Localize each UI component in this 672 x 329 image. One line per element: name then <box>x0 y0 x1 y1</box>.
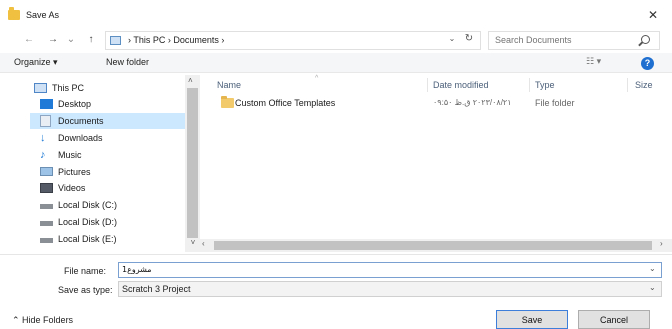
breadcrumb[interactable]: › This PC › Documents › <box>128 35 224 45</box>
documents-icon <box>40 115 51 127</box>
column-divider[interactable] <box>529 78 530 92</box>
view-options-button[interactable]: ☷ ▾ <box>586 56 614 70</box>
list-item[interactable]: Custom Office Templates ۲۰۲۳/۰۸/۲۱ ق.ظ ۰… <box>217 95 657 112</box>
drive-icon <box>40 204 53 209</box>
sidebar-item-pictures[interactable]: Pictures <box>40 164 200 180</box>
sidebar-item-label: Desktop <box>58 99 92 109</box>
save-as-type-value: Scratch 3 Project <box>122 284 191 294</box>
forward-arrow-icon[interactable]: → <box>46 33 60 47</box>
sidebar-item-local-disk-c[interactable]: Local Disk (C:) <box>40 197 200 213</box>
sidebar-item-label: Music <box>58 150 82 160</box>
sidebar-item-label: Local Disk (D:) <box>58 217 118 227</box>
scroll-up-icon[interactable]: ˄ <box>188 76 193 85</box>
sidebar-item-label: Local Disk (E:) <box>58 234 117 244</box>
horizontal-scrollbar[interactable]: ‹ › <box>200 239 672 252</box>
up-arrow-icon[interactable]: ↑ <box>84 33 98 47</box>
scroll-down-icon[interactable]: ˅ <box>186 238 200 252</box>
search-input[interactable] <box>495 35 635 45</box>
toolbar: Organize ▾ New folder ☷ ▾ ? <box>0 53 672 73</box>
column-divider[interactable] <box>427 78 428 92</box>
navigation-bar: ← → ⌄ ↑ › This PC › Documents › ⌄ ↻ <box>0 29 672 51</box>
pc-icon <box>34 83 47 93</box>
file-name: Custom Office Templates <box>235 98 336 108</box>
sidebar-item-label: This PC <box>52 83 85 93</box>
hide-folders-button[interactable]: ⌃ Hide Folders <box>12 315 73 326</box>
window-title: Save As <box>26 10 60 20</box>
column-divider[interactable] <box>627 78 628 92</box>
sidebar-item-label: Pictures <box>58 167 91 177</box>
address-dropdown-icon[interactable]: ⌄ <box>446 34 458 43</box>
cancel-button[interactable]: Cancel <box>578 310 650 329</box>
sidebar-item-local-disk-d[interactable]: Local Disk (D:) <box>40 214 200 230</box>
navigation-pane: This PC Desktop Documents ↓ Downloads ♪ … <box>0 75 200 252</box>
recent-locations-icon[interactable]: ⌄ <box>64 33 78 47</box>
sidebar-item-downloads[interactable]: ↓ Downloads <box>40 130 200 146</box>
new-folder-button[interactable]: New folder <box>106 57 149 67</box>
file-name-field[interactable]: ⌄ <box>118 262 662 278</box>
sidebar-item-local-disk-e[interactable]: Local Disk (E:) <box>40 231 200 247</box>
column-header-date-modified[interactable]: Date modified <box>433 80 489 90</box>
dialog-footer: ⌃ Hide Folders Save Cancel <box>0 303 672 329</box>
sidebar-item-label: Videos <box>58 183 86 193</box>
file-list: Name ^ Date modified Type Size Custom Of… <box>203 75 672 252</box>
chevron-down-icon[interactable]: ⌄ <box>649 283 656 292</box>
save-as-type-label: Save as type: <box>58 285 113 295</box>
sidebar-item-this-pc[interactable]: This PC <box>34 80 194 96</box>
help-icon[interactable]: ? <box>641 57 654 70</box>
sidebar-item-label: Documents <box>58 116 104 126</box>
folder-icon <box>8 7 20 20</box>
organize-button[interactable]: Organize ▾ <box>14 57 58 68</box>
sidebar-scrollbar[interactable]: ˄ <box>185 75 200 252</box>
folder-icon <box>221 96 234 108</box>
save-as-type-select[interactable]: Scratch 3 Project ⌄ <box>118 281 662 297</box>
sidebar-item-music[interactable]: ♪ Music <box>40 147 200 163</box>
search-icon[interactable] <box>641 35 650 44</box>
scrollbar-thumb[interactable] <box>187 88 198 238</box>
column-header-size[interactable]: Size <box>635 80 653 90</box>
column-header-name[interactable]: Name <box>217 80 241 90</box>
chevron-down-icon[interactable]: ⌄ <box>649 264 656 273</box>
title-bar: Save As ✕ <box>0 0 672 29</box>
downloads-icon: ↓ <box>40 132 46 144</box>
scroll-left-icon[interactable]: ‹ <box>202 239 205 248</box>
file-name-input[interactable] <box>122 265 642 274</box>
videos-icon <box>40 183 53 193</box>
back-arrow-icon[interactable]: ← <box>22 33 36 47</box>
sidebar-item-desktop[interactable]: Desktop <box>40 96 200 112</box>
sort-indicator-icon: ^ <box>315 75 319 82</box>
file-name-label: File name: <box>64 266 107 276</box>
save-button[interactable]: Save <box>496 310 568 329</box>
sidebar-item-documents[interactable]: Documents <box>40 113 200 129</box>
column-header-type[interactable]: Type <box>535 80 555 90</box>
scroll-right-icon[interactable]: › <box>660 239 663 248</box>
search-box[interactable] <box>488 31 660 50</box>
pc-icon <box>110 36 121 45</box>
desktop-icon <box>40 99 53 109</box>
sidebar-item-label: Downloads <box>58 133 103 143</box>
sidebar-item-videos[interactable]: Videos <box>40 180 200 196</box>
pictures-icon <box>40 167 53 176</box>
sidebar-item-label: Local Disk (C:) <box>58 200 118 210</box>
file-type: File folder <box>535 98 575 108</box>
file-date-modified: ۲۰۲۳/۰۸/۲۱ ق.ظ ۰۹:۵۰ <box>433 98 512 107</box>
address-bar[interactable]: › This PC › Documents › ⌄ ↻ <box>105 31 481 50</box>
drive-icon <box>40 221 53 226</box>
drive-icon <box>40 238 53 243</box>
refresh-icon[interactable]: ↻ <box>462 33 476 44</box>
scrollbar-thumb[interactable] <box>214 241 652 250</box>
music-icon: ♪ <box>40 149 46 161</box>
close-button[interactable]: ✕ <box>642 5 664 25</box>
